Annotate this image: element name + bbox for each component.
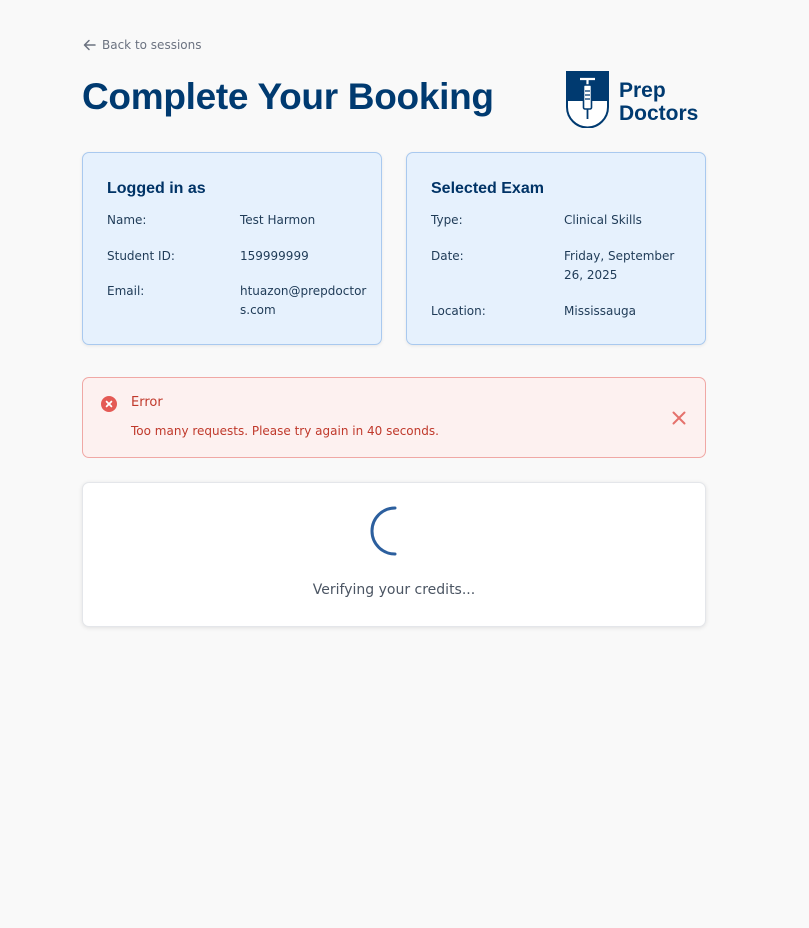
logged-in-title: Logged in as <box>107 180 206 197</box>
location-label: Location: <box>431 304 486 318</box>
arrow-left-icon <box>83 39 96 51</box>
logo-text-line1: Prep <box>619 78 666 102</box>
name-label: Name: <box>107 213 147 227</box>
verifying-credits-text: Verifying your credits... <box>312 582 476 598</box>
prep-doctors-logo: Prep Doctors <box>566 71 698 132</box>
error-title: Error <box>131 395 163 410</box>
shield-logo-icon <box>566 71 609 132</box>
page-title: Complete Your Booking <box>82 76 494 117</box>
type-label: Type: <box>431 213 463 227</box>
student-id-label: Student ID: <box>107 249 175 263</box>
error-message: Too many requests. Please try again in 4… <box>131 424 439 438</box>
type-value: Clinical Skills <box>564 213 642 227</box>
close-icon[interactable] <box>671 410 687 426</box>
selected-exam-title: Selected Exam <box>431 180 544 197</box>
spinner-icon <box>369 505 421 557</box>
student-id-value: 159999999 <box>240 249 309 263</box>
error-x-circle-icon <box>101 396 117 412</box>
back-to-sessions-link[interactable]: Back to sessions <box>83 38 201 52</box>
logged-in-card: Logged in as Name: Test Harmon Student I… <box>82 152 382 345</box>
date-label: Date: <box>431 249 464 263</box>
logo-text-line2: Doctors <box>619 101 699 125</box>
selected-exam-card: Selected Exam Type: Clinical Skills Date… <box>406 152 706 345</box>
email-label: Email: <box>107 284 145 298</box>
email-value: htuazon@prepdoctors.com <box>240 284 367 317</box>
name-value: Test Harmon <box>240 213 316 227</box>
verifying-credits-card: Verifying your credits... <box>82 482 706 627</box>
location-value: Mississauga <box>564 304 636 318</box>
back-link-label: Back to sessions <box>102 38 202 52</box>
error-alert: Error Too many requests. Please try agai… <box>82 377 706 458</box>
date-value: Friday, September 26, 2025 <box>564 249 675 282</box>
